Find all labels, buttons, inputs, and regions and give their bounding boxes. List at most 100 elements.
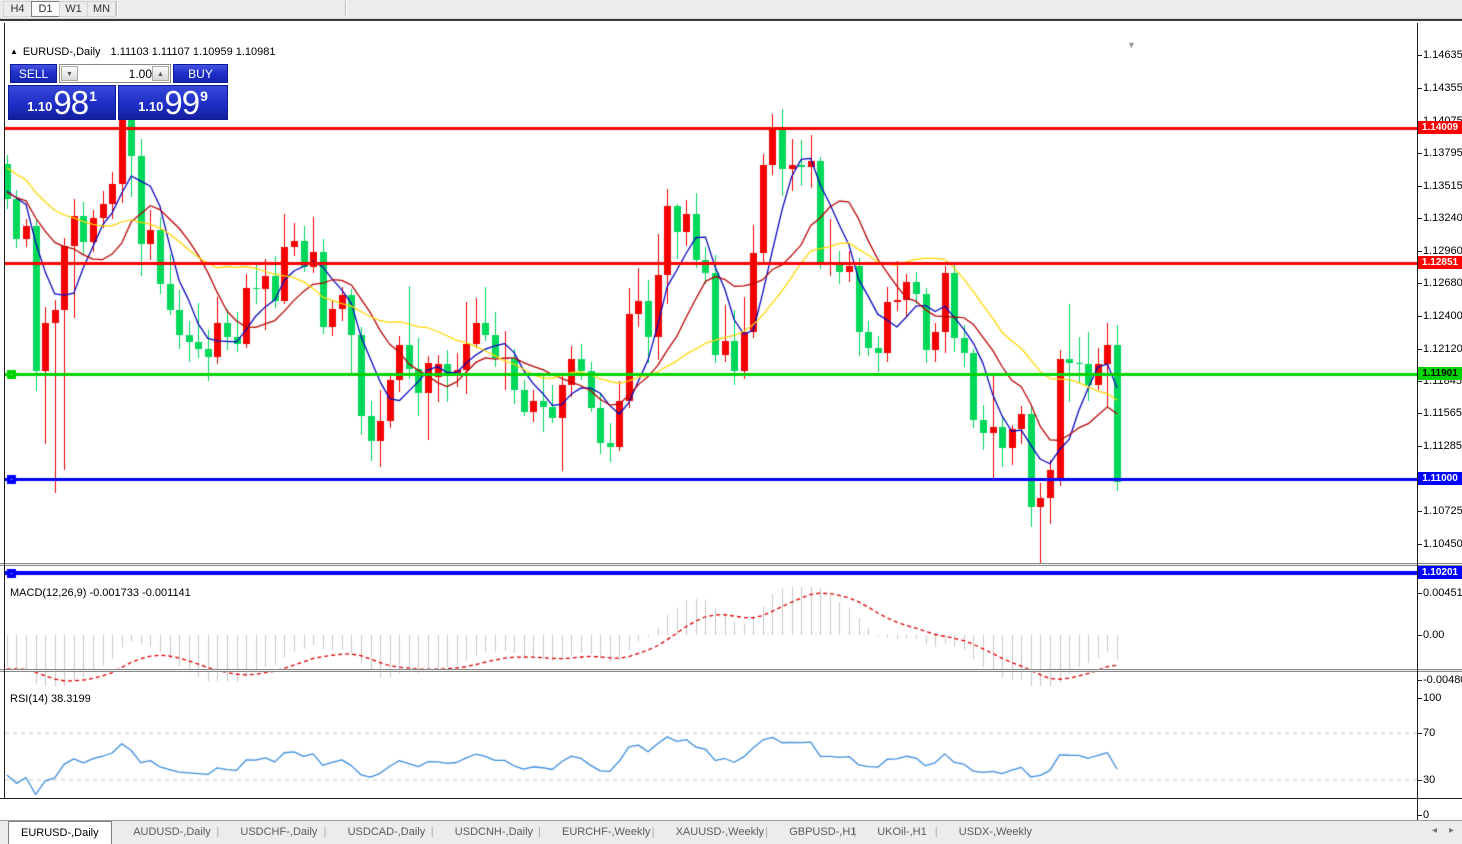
price-axis-tick-label: 1.13240 [1423, 212, 1462, 224]
price-axis-dash [1417, 413, 1422, 414]
price-axis-dash [1417, 316, 1422, 317]
volume-increase-button[interactable]: ▲ [152, 66, 169, 81]
rsi-axis-dash [1417, 780, 1422, 781]
rsi-axis-tick-label: 70 [1423, 727, 1436, 739]
price-axis-dash [1417, 544, 1422, 545]
time-axis-separator [0, 798, 1462, 799]
timeframe-button-d1[interactable]: D1 [31, 1, 60, 17]
chart-ohlc-values: 1.11103 1.11107 1.10959 1.10981 [110, 46, 276, 58]
chart-tab-audusd[interactable]: AUDUSD-,Daily [121, 821, 223, 843]
tab-separator: | [934, 826, 938, 838]
rsi-axis-dash [1417, 733, 1422, 734]
chart-tab-usdchf[interactable]: USDCHF-,Daily [228, 821, 329, 843]
timeframe-button-mn[interactable]: MN [87, 1, 116, 17]
chart-tab-xauusd[interactable]: XAUUSD-,Weekly [664, 821, 776, 843]
volume-input[interactable] [79, 66, 156, 81]
price-axis-tick-label: 1.10725 [1423, 505, 1462, 517]
timeframe-button-w1[interactable]: W1 [59, 1, 88, 17]
rsi-indicator-label: RSI(14) 38.3199 [10, 693, 91, 705]
macd-indicator-label: MACD(12,26,9) -0.001733 -0.001141 [10, 587, 191, 599]
timeframe-button-h4[interactable]: H4 [3, 1, 32, 17]
price-axis-tick-label: 1.12680 [1423, 277, 1462, 289]
timeframe-toolbar: H4 D1 W1 MN [0, 0, 1462, 19]
hline-price-tag: 1.14009 [1418, 121, 1462, 134]
chart-tab-usdcad[interactable]: USDCAD-,Daily [336, 821, 438, 843]
price-axis-tick-label: 1.14355 [1423, 82, 1462, 94]
buy-button[interactable]: BUY [173, 64, 228, 83]
sell-price-prefix: 1.10 [27, 99, 53, 114]
price-axis-dash [1417, 251, 1422, 252]
macd-axis-tick-label: -0.004806 [1423, 674, 1462, 686]
pane-splitter[interactable] [0, 669, 1462, 672]
chart-window: ▲ EURUSD-,Daily 1.11103 1.11107 1.10959 1.… [0, 19, 1462, 834]
hline-price-tag: 1.12851 [1418, 256, 1462, 269]
pane-left-border [4, 23, 5, 798]
rsi-axis-dash [1417, 815, 1422, 816]
macd-axis-dash [1417, 593, 1422, 594]
price-axis-dash [1417, 283, 1422, 284]
chart-tab-usdx[interactable]: USDX-,Weekly [947, 821, 1044, 843]
sell-price-pip: 1 [89, 88, 97, 104]
price-axis-tick-label: 1.13515 [1423, 180, 1462, 192]
chart-tab-usdcnh[interactable]: USDCNH-,Daily [443, 821, 545, 843]
chart-tabs-bar: EURUSD-,Daily|AUDUSD-,Daily|USDCHF-,Dail… [0, 820, 1462, 844]
price-axis-dash [1417, 186, 1422, 187]
buy-price-prefix: 1.10 [138, 99, 164, 114]
tab-separator: | [323, 826, 327, 838]
price-axis-separator [1417, 23, 1418, 821]
macd-axis-dash [1417, 680, 1422, 681]
main-chart-canvas[interactable] [5, 42, 1417, 582]
one-click-trading-widget: SELL ▼ ▲ BUY 1.10 98 1 1.10 99 9 [8, 64, 228, 121]
chart-tab-ukoil[interactable]: UKOil-,H1 [865, 821, 939, 843]
sell-price-panel[interactable]: 1.10 98 1 [8, 85, 116, 120]
rsi-axis-tick-label: 30 [1423, 774, 1436, 786]
rsi-axis-dash [1417, 698, 1422, 699]
price-axis-tick-label: 1.13795 [1423, 147, 1462, 159]
toolbar-separator [345, 1, 347, 16]
tab-separator: | [216, 826, 220, 838]
pane-splitter[interactable] [0, 563, 1462, 566]
price-axis-dash [1417, 446, 1422, 447]
price-axis-tick-label: 1.14635 [1423, 49, 1462, 61]
symbol-marker-icon: ▲ [10, 47, 18, 56]
price-axis-tick-label: 1.10450 [1423, 538, 1462, 550]
chart-tab-eurusd[interactable]: EURUSD-,Daily [8, 821, 112, 844]
hline-price-tag: 1.11901 [1418, 367, 1462, 380]
volume-spinner: ▼ ▲ [59, 64, 171, 83]
trading-terminal: H4 D1 W1 MN ▲ EURUSD-,Daily 1.11103 1.11107 1… [0, 0, 1462, 844]
tab-scroll-right-icon[interactable]: ▸ [1449, 825, 1454, 836]
toolbar-separator [116, 1, 118, 16]
sell-button[interactable]: SELL [10, 64, 57, 83]
rsi-axis-tick-label: 100 [1423, 692, 1442, 704]
price-axis-dash [1417, 153, 1422, 154]
macd-pane-canvas[interactable] [5, 585, 1417, 688]
chart-tab-eurchf[interactable]: EURCHF-,Weekly [550, 821, 662, 843]
price-axis-dash [1417, 349, 1422, 350]
chart-symbol-label: EURUSD-,Daily [22, 46, 101, 58]
price-axis-dash [1417, 381, 1422, 382]
chevron-down-icon[interactable]: ▼ [1127, 40, 1136, 50]
hline-price-tag: 1.11000 [1418, 472, 1462, 485]
tab-separator: | [538, 826, 541, 838]
macd-axis-tick-label: 0.00 [1423, 629, 1445, 641]
price-axis-dash [1417, 88, 1422, 89]
price-axis-tick-label: 1.11285 [1423, 440, 1462, 452]
price-axis-tick-label: 1.12120 [1423, 343, 1462, 355]
price-axis-dash [1417, 218, 1422, 219]
tab-separator: | [853, 826, 857, 838]
buy-price-pip: 9 [200, 88, 208, 104]
price-axis-tick-label: 1.12400 [1423, 310, 1462, 322]
price-axis-dash [1417, 55, 1422, 56]
sell-price-big: 98 [53, 84, 89, 121]
hline-price-tag: 1.10201 [1418, 566, 1462, 579]
tab-separator: | [430, 826, 434, 838]
volume-decrease-button[interactable]: ▼ [61, 66, 78, 81]
buy-price-big: 99 [164, 84, 200, 121]
chart-title: ▲ EURUSD-,Daily 1.11103 1.11107 1.10959 1.… [10, 46, 276, 58]
macd-axis-tick-label: 0.004517 [1423, 587, 1462, 599]
price-axis-dash [1417, 511, 1422, 512]
price-axis-tick-label: 1.11565 [1423, 407, 1462, 419]
buy-price-panel[interactable]: 1.10 99 9 [118, 85, 228, 120]
tab-separator: | [765, 826, 769, 838]
tab-scroll-left-icon[interactable]: ◂ [1432, 825, 1437, 836]
